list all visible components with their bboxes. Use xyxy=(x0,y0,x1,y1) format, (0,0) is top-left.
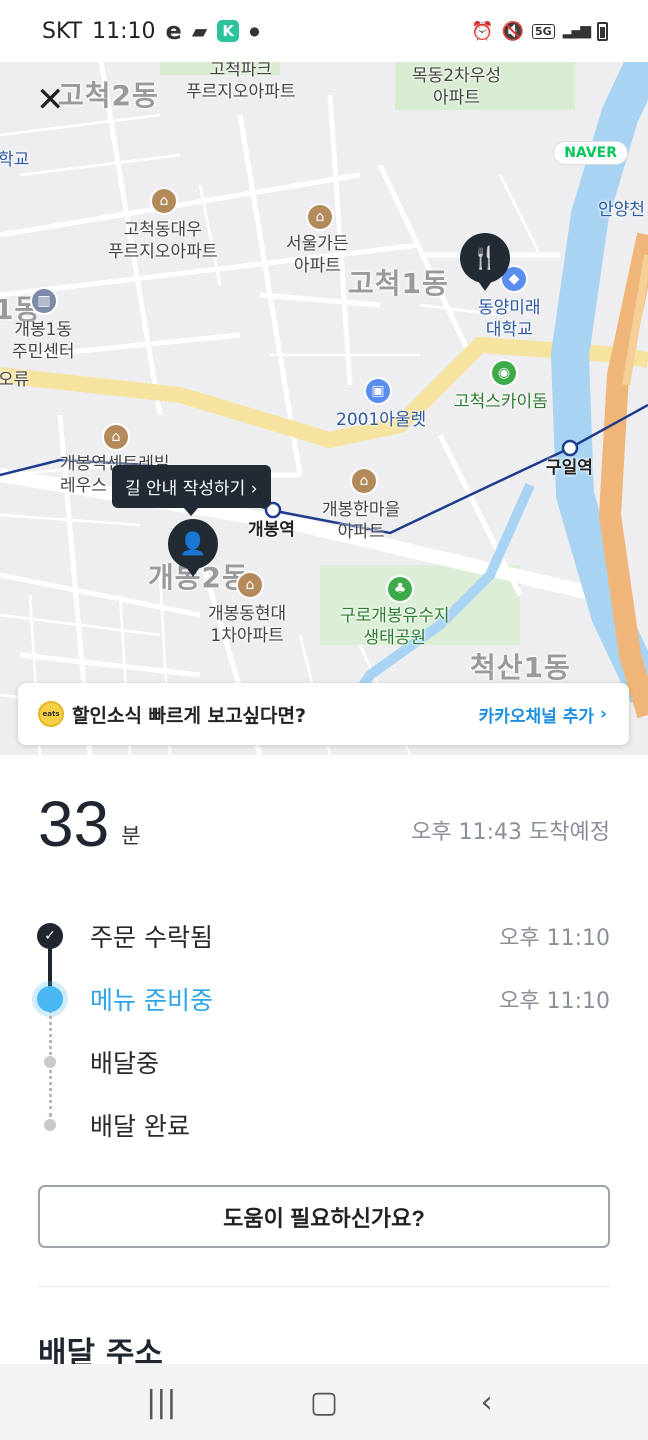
eta-minutes: 33 xyxy=(38,788,110,860)
step-item: ✓ 주문 수락됨 오후 11:10 xyxy=(37,904,610,967)
active-step-dot-icon xyxy=(37,985,63,1012)
stadium-icon[interactable]: ◉ xyxy=(490,359,518,387)
step-label: 배달 완료 xyxy=(90,1111,190,1141)
place-label: 서울가든 아파트 xyxy=(286,234,349,276)
step-time: 오후 11:10 xyxy=(499,925,610,951)
eta-unit: 분 xyxy=(121,824,141,848)
district-label: 척산1동 xyxy=(470,651,571,684)
apartment-icon[interactable]: ⌂ xyxy=(350,467,378,495)
check-icon: ✓ xyxy=(37,922,63,949)
place-label: 학교 xyxy=(0,150,30,170)
government-office-icon[interactable]: ▥ xyxy=(30,287,58,315)
status-right: ⏰ 🔇 5G ▂▄▆ xyxy=(471,21,608,42)
chat-icon: ▰ xyxy=(191,19,208,43)
shopping-icon[interactable]: ▣ xyxy=(364,377,392,405)
eta-section: 33 분 오후 11:43 도착예정 xyxy=(38,792,610,856)
place-label: 개봉동현대 1차아파트 xyxy=(208,604,287,646)
restaurant-pin-icon[interactable]: 🍴 xyxy=(460,233,510,291)
place-label: 개봉역 xyxy=(248,520,295,540)
system-nav-bar: ||| ▢ ‹ xyxy=(0,1364,648,1440)
network-badge: 5G xyxy=(532,23,555,39)
apartment-icon[interactable]: ⌂ xyxy=(102,423,130,451)
carrier-label: SKT xyxy=(42,18,83,44)
place-label: 목동2차우성 아파트 xyxy=(412,66,502,108)
chevron-right-icon: › xyxy=(599,704,607,724)
kakao-k-icon: K xyxy=(217,20,240,42)
divider xyxy=(38,1286,610,1287)
close-icon[interactable]: ✕ xyxy=(36,83,65,117)
pending-step-dot-icon xyxy=(44,1118,56,1131)
step-label: 배달중 xyxy=(90,1048,160,1078)
battery-icon xyxy=(597,21,608,41)
place-label: 2001아울렛 xyxy=(336,410,427,430)
user-location-pin-icon[interactable]: 👤 xyxy=(168,519,218,577)
step-item: 메뉴 준비중 오후 11:10 xyxy=(37,967,610,1030)
apartment-icon[interactable]: ⌂ xyxy=(236,571,264,599)
place-label: 동양미래 대학교 xyxy=(478,298,541,340)
recent-apps-icon[interactable]: ||| xyxy=(131,1385,191,1420)
district-label: 고척2동 xyxy=(58,79,159,112)
banner-action-label: 카카오채널 추가 xyxy=(478,706,594,727)
signal-icon: ▂▄▆ xyxy=(562,23,591,39)
park-icon[interactable]: ♣ xyxy=(386,575,414,603)
status-left: SKT 11:10 e ▰ K ● xyxy=(42,17,260,45)
map-roads xyxy=(0,55,648,755)
eta-arrival-time: 오후 11:43 도착예정 xyxy=(411,820,610,845)
step-item: 배달 완료 xyxy=(38,1093,610,1156)
banner-text: 할인소식 빠르게 보고싶다면? xyxy=(72,704,307,727)
kakao-channel-banner[interactable]: eats 할인소식 빠르게 보고싶다면? 카카오채널 추가 › xyxy=(18,683,629,745)
place-label: 고척동대우 푸르지오아파트 xyxy=(108,220,218,262)
mute-icon: 🔇 xyxy=(501,20,524,42)
step-label: 주문 수락됨 xyxy=(90,922,213,952)
browser-e-icon: e xyxy=(165,17,182,45)
pending-step-dot-icon xyxy=(44,1055,56,1068)
step-label: 메뉴 준비중 xyxy=(90,985,213,1015)
order-progress: ✓ 주문 수락됨 오후 11:10 메뉴 준비중 오후 11:10 배달중 배달… xyxy=(37,904,610,1156)
home-icon[interactable]: ▢ xyxy=(294,1385,354,1420)
apartment-icon[interactable]: ⌂ xyxy=(306,203,334,231)
notification-dot-icon: ● xyxy=(249,24,260,38)
kakao-channel-add-link[interactable]: 카카오채널 추가 › xyxy=(479,702,607,727)
place-label: 안양천 xyxy=(598,200,645,220)
apartment-icon[interactable]: ⌂ xyxy=(150,187,178,215)
naver-logo: NAVER xyxy=(553,141,628,165)
step-time: 오후 11:10 xyxy=(499,988,610,1014)
place-label: 고척스카이돔 xyxy=(454,392,548,412)
help-button[interactable]: 도움이 필요하신가요? xyxy=(38,1185,610,1248)
clock: 11:10 xyxy=(92,18,156,44)
status-bar: SKT 11:10 e ▰ K ● ⏰ 🔇 5G ▂▄▆ xyxy=(0,0,648,62)
district-label: 고척1동 xyxy=(348,267,449,300)
map-view[interactable]: 고척2동 고척1동 개봉2동 척산1동 1동 고척파크 푸르지오아파트 목동2차… xyxy=(0,55,648,755)
place-label: 구일역 xyxy=(546,458,593,478)
directions-tooltip[interactable]: 길 안내 작성하기 › xyxy=(112,465,271,516)
place-label: 오류 xyxy=(0,370,30,390)
place-label: 고척파크 푸르지오아파트 xyxy=(186,60,296,102)
step-item: 배달중 xyxy=(38,1030,610,1093)
eats-logo-icon: eats xyxy=(38,701,64,727)
place-label: 개봉1동 주민센터 xyxy=(12,320,75,362)
place-label: 구로개봉유수지 생태공원 xyxy=(340,606,450,648)
back-icon[interactable]: ‹ xyxy=(457,1385,517,1420)
place-label: 개봉한마을 아파트 xyxy=(322,500,401,542)
alarm-icon: ⏰ xyxy=(471,20,494,42)
